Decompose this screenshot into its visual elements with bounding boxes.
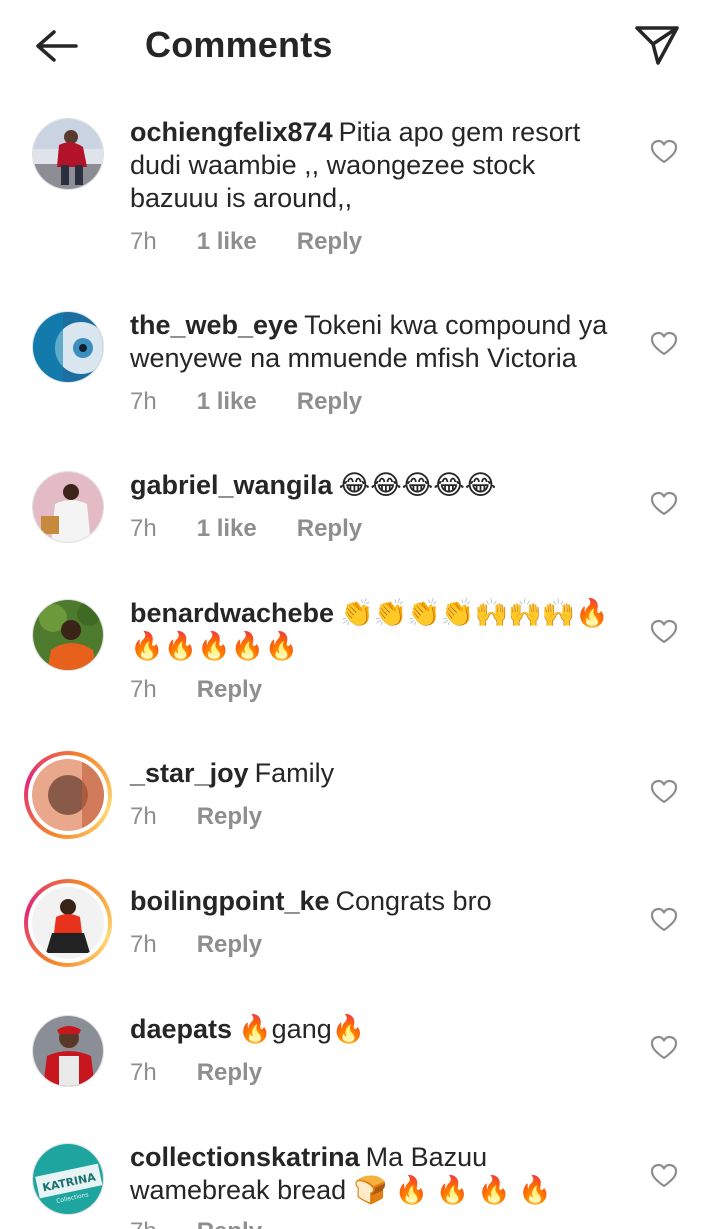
avatar[interactable] (32, 311, 104, 383)
back-button[interactable] (30, 24, 82, 68)
share-button[interactable] (632, 22, 682, 68)
heart-outline-icon[interactable] (650, 1163, 678, 1189)
comment-text: 😂😂😂😂😂 (338, 470, 497, 500)
comment-body: daepats 🔥gang🔥 (130, 1013, 620, 1046)
comment-body: the_web_eye Tokeni kwa compound ya wenyew… (130, 309, 620, 375)
comment-username[interactable]: boilingpoint_ke (130, 886, 330, 916)
comment-meta: 7h 1 like Reply (130, 515, 402, 543)
comment-time: 7h (130, 931, 157, 958)
page-title: Comments (145, 24, 333, 65)
reply-button[interactable]: Reply (197, 676, 262, 704)
comment-time: 7h (130, 803, 157, 830)
comment-meta: 7h Reply (130, 931, 302, 959)
comment-meta: 7h Reply (130, 1218, 302, 1229)
heart-outline-icon[interactable] (650, 779, 678, 805)
comment-meta: 7h 1 like Reply (130, 228, 402, 256)
comment-meta: 7h Reply (130, 1059, 302, 1087)
comment-meta: 7h 1 like Reply (130, 388, 402, 416)
reply-button[interactable]: Reply (297, 515, 362, 543)
comment-username[interactable]: benardwachebe (130, 598, 334, 628)
avatar[interactable]: KATRINA Collections (32, 1143, 104, 1215)
comment-meta: 7h Reply (130, 803, 302, 831)
heart-outline-icon[interactable] (650, 619, 678, 645)
paper-plane-icon (635, 26, 679, 65)
comment-time: 7h (130, 228, 157, 255)
header-bar: Comments (0, 0, 719, 92)
comment-meta: 7h Reply (130, 676, 302, 704)
comment-time: 7h (130, 1218, 157, 1229)
comment-body: benardwachebe 👏👏👏👏🙌🙌🙌🔥🔥🔥🔥🔥🔥 (130, 597, 620, 663)
heart-outline-icon[interactable] (650, 1035, 678, 1061)
comment-time: 7h (130, 388, 157, 415)
comment-time: 7h (130, 1059, 157, 1086)
comment-text: Family (254, 758, 335, 788)
comment-username[interactable]: _star_joy (130, 758, 249, 788)
reply-button[interactable]: Reply (197, 803, 262, 831)
heart-outline-icon[interactable] (650, 331, 678, 357)
comment-text: Congrats bro (335, 886, 492, 916)
reply-button[interactable]: Reply (197, 1059, 262, 1087)
arrow-left-icon (36, 30, 78, 62)
comment-username[interactable]: daepats (130, 1014, 232, 1044)
heart-outline-icon[interactable] (650, 491, 678, 517)
avatar (32, 759, 104, 831)
heart-outline-icon[interactable] (650, 139, 678, 165)
comment-username[interactable]: gabriel_wangila (130, 470, 333, 500)
comment-username[interactable]: the_web_eye (130, 310, 298, 340)
avatar (32, 887, 104, 959)
avatar[interactable] (32, 471, 104, 543)
avatar-story-ring[interactable] (24, 879, 112, 967)
comment-body: boilingpoint_ke Congrats bro (130, 885, 620, 918)
comment-time: 7h (130, 676, 157, 703)
avatar[interactable] (32, 1015, 104, 1087)
avatar[interactable] (32, 118, 104, 190)
reply-button[interactable]: Reply (297, 388, 362, 416)
comment-body: ochiengfelix874 Pitia apo gem resort dudi… (130, 116, 620, 215)
reply-button[interactable]: Reply (197, 1218, 262, 1229)
heart-outline-icon[interactable] (650, 907, 678, 933)
comment-body: gabriel_wangila 😂😂😂😂😂 (130, 469, 620, 502)
comment-likes[interactable]: 1 like (197, 388, 257, 416)
comment-body: _star_joy Family (130, 757, 620, 790)
comment-body: collectionskatrina Ma Bazuu wamebreak bre… (130, 1141, 620, 1207)
comment-username[interactable]: ochiengfelix874 (130, 117, 333, 147)
comment-time: 7h (130, 515, 157, 542)
reply-button[interactable]: Reply (197, 931, 262, 959)
comment-text: 🔥gang🔥 (238, 1014, 366, 1044)
comment-username[interactable]: collectionskatrina (130, 1142, 360, 1172)
avatar-story-ring[interactable] (24, 751, 112, 839)
avatar[interactable] (32, 599, 104, 671)
comment-likes[interactable]: 1 like (197, 515, 257, 543)
reply-button[interactable]: Reply (297, 228, 362, 256)
comment-likes[interactable]: 1 like (197, 228, 257, 256)
